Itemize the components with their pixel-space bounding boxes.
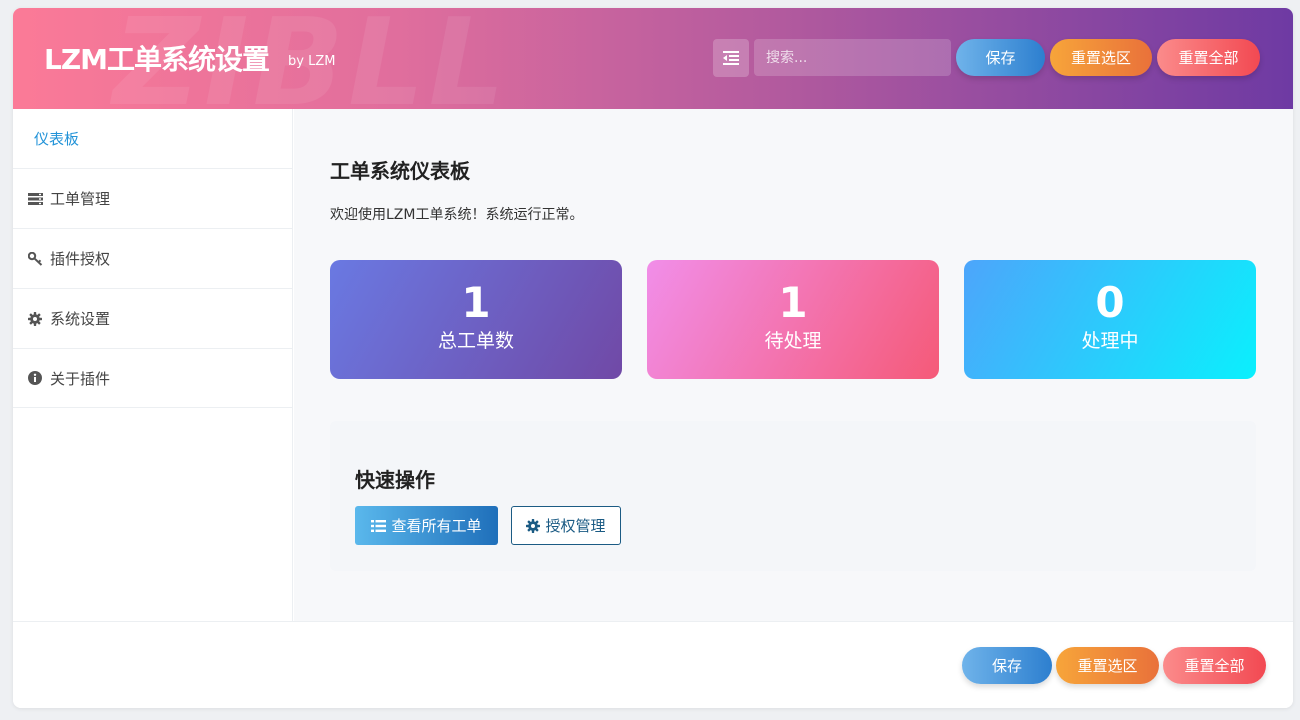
license-management-button[interactable]: 授权管理 (511, 506, 621, 545)
welcome-message: 欢迎使用LZM工单系统！系统运行正常。 (330, 207, 584, 223)
sidebar-menu: 工单管理 插件授权 系统设置 关于插件 (13, 168, 293, 408)
dashboard-title: 工单系统仪表板 (330, 159, 470, 183)
stat-value: 0 (1095, 278, 1125, 327)
breadcrumb-dashboard[interactable]: 仪表板 (34, 128, 79, 149)
sidebar-item-label: 系统设置 (50, 310, 111, 328)
gear-icon (526, 518, 541, 533)
view-all-tickets-label: 查看所有工单 (391, 517, 482, 535)
footer-reset-all-button[interactable]: 重置全部 (1163, 647, 1266, 684)
list-icon (371, 519, 387, 532)
gear-icon (28, 311, 48, 326)
sidebar: 仪表板 工单管理 插件授权 系统设置 关于插件 (13, 109, 293, 621)
header-reset-all-button[interactable]: 重置全部 (1157, 39, 1260, 76)
quick-actions-title: 快速操作 (355, 468, 435, 492)
main-content: 工单系统仪表板 欢迎使用LZM工单系统！系统运行正常。 1 总工单数 1 待处理… (294, 109, 1293, 621)
stat-value: 1 (778, 278, 808, 327)
indent-menu-icon[interactable] (713, 39, 749, 77)
sidebar-item-tickets[interactable]: 工单管理 (13, 168, 293, 228)
footer-bar: 保存 重置选区 重置全部 (13, 621, 1293, 708)
info-circle-icon (28, 371, 48, 385)
stat-label: 总工单数 (437, 330, 514, 352)
sidebar-item-label: 关于插件 (50, 369, 111, 388)
stat-label: 处理中 (1081, 330, 1139, 352)
stat-label: 待处理 (764, 330, 822, 352)
stat-card-processing: 0 处理中 (964, 260, 1256, 379)
sidebar-item-label: 工单管理 (50, 190, 111, 208)
footer-reset-section-button[interactable]: 重置选区 (1056, 647, 1159, 684)
sidebar-item-label: 插件授权 (50, 250, 111, 268)
page-title: LZM工单系统设置 (44, 43, 270, 76)
stat-card-total: 1 总工单数 (330, 260, 622, 379)
sidebar-item-license[interactable]: 插件授权 (13, 228, 293, 288)
server-icon (28, 192, 48, 205)
settings-panel: ZIBLL LZM工单系统设置 by LZM 保存 重置选区 重置全部 仪表板 (13, 8, 1293, 708)
sidebar-item-about[interactable]: 关于插件 (13, 348, 293, 408)
key-icon (28, 251, 48, 266)
header-save-button[interactable]: 保存 (956, 39, 1045, 76)
stat-card-pending: 1 待处理 (647, 260, 939, 379)
footer-save-button[interactable]: 保存 (962, 647, 1052, 684)
header-bar: ZIBLL LZM工单系统设置 by LZM 保存 重置选区 重置全部 (13, 8, 1293, 109)
license-management-label: 授权管理 (545, 517, 606, 535)
search-input[interactable] (754, 39, 951, 76)
quick-actions-card: 快速操作 查看所有工单 授权管理 (330, 421, 1256, 571)
stat-value: 1 (461, 278, 491, 327)
byline: by LZM (288, 54, 336, 69)
view-all-tickets-button[interactable]: 查看所有工单 (355, 506, 498, 545)
header-reset-section-button[interactable]: 重置选区 (1050, 39, 1152, 76)
sidebar-item-settings[interactable]: 系统设置 (13, 288, 293, 348)
